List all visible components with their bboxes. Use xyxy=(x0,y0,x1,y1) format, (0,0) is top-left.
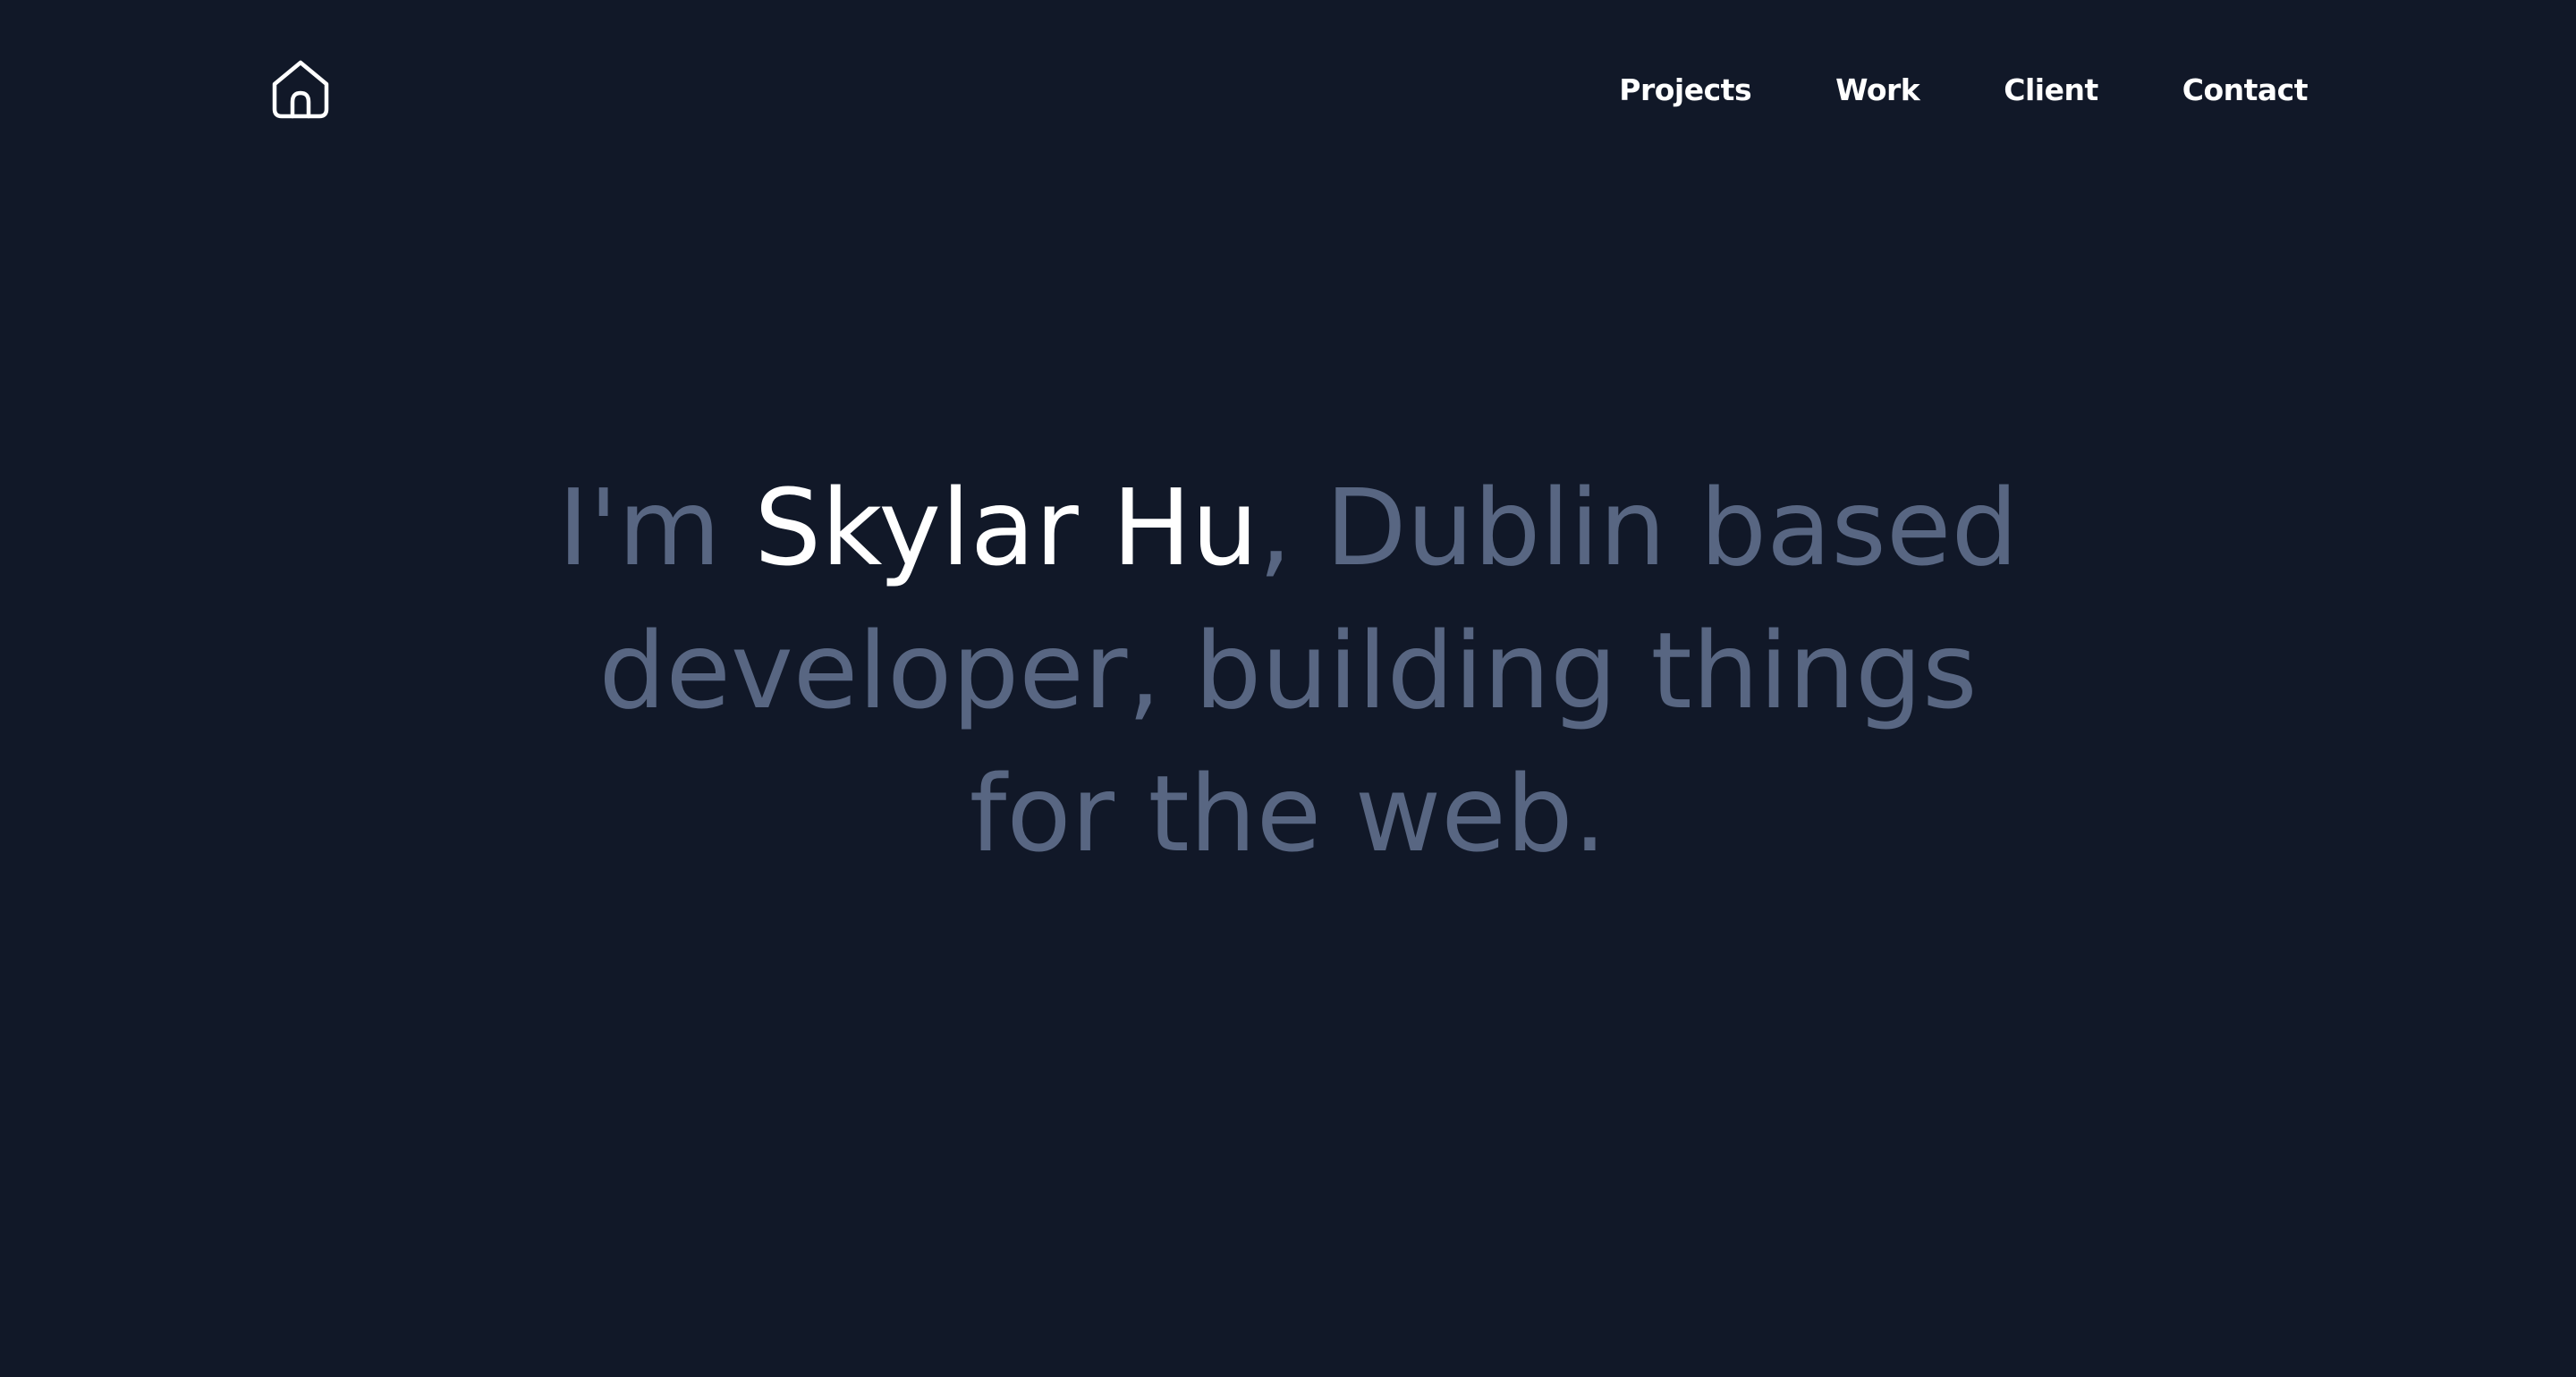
hero-heading: I'm Skylar Hu, Dublin based developer, b… xyxy=(438,456,2138,885)
hero-prefix: I'm xyxy=(557,466,755,589)
hero-line-2: developer, building things xyxy=(598,609,1978,732)
nav-work-link[interactable]: Work xyxy=(1835,66,1920,114)
nav-projects-link[interactable]: Projects xyxy=(1619,66,1751,114)
nav-contact-link[interactable]: Contact xyxy=(2182,66,2309,114)
hero-line-3: for the web. xyxy=(969,752,1607,875)
home-icon xyxy=(272,60,329,119)
nav-client-link[interactable]: Client xyxy=(2004,66,2098,114)
main-nav: Projects Work Client Contact xyxy=(1619,66,2308,114)
hero-line-1: I'm Skylar Hu, Dublin based xyxy=(438,456,2138,599)
hero-line1-suffix: , Dublin based xyxy=(1258,466,2019,589)
home-link[interactable] xyxy=(268,57,333,122)
hero-name: Skylar Hu xyxy=(754,466,1258,589)
site-header: Projects Work Client Contact xyxy=(0,0,2576,179)
hero-section: I'm Skylar Hu, Dublin based developer, b… xyxy=(0,456,2576,885)
